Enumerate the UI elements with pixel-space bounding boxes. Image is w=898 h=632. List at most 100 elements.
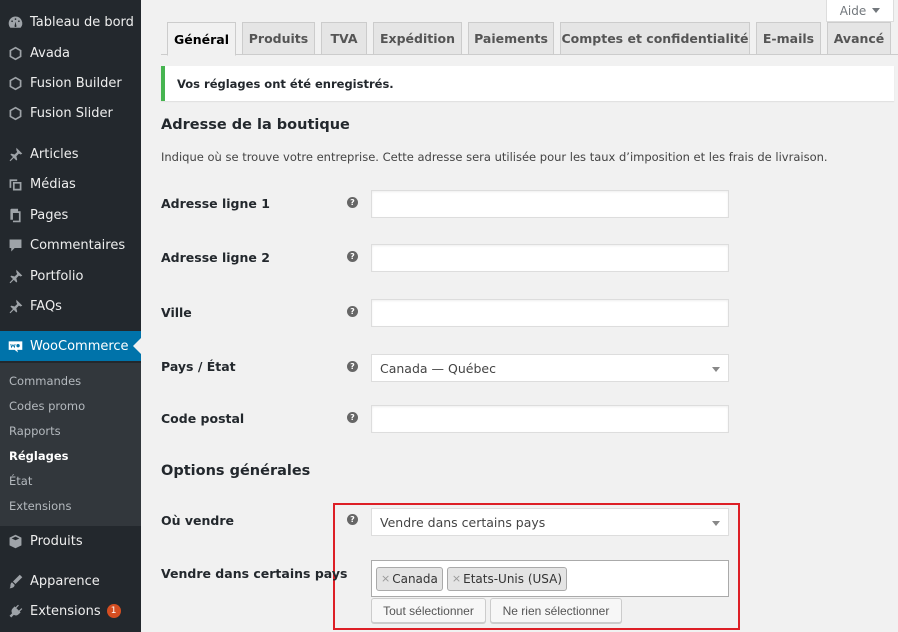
menu-item-medias[interactable]: Médias	[0, 169, 141, 199]
tab-paiements[interactable]: Paiements	[468, 22, 554, 55]
help-tooltip-icon[interactable]: ?	[347, 412, 358, 423]
address2-input[interactable]	[371, 244, 729, 272]
menu-item-woocommerce[interactable]: WooCommerce	[0, 331, 141, 361]
dashboard-icon	[0, 14, 30, 31]
admin-sidebar: Tableau de bord Avada Fusion Builder Fus…	[0, 0, 141, 632]
menu-item-extensions[interactable]: Extensions 1	[0, 596, 141, 626]
menu-label: Extensions	[30, 603, 101, 619]
address1-label: Adresse ligne 1	[161, 196, 270, 211]
menu-label: Articles	[30, 146, 79, 162]
woocommerce-submenu: Commandes Codes promo Rapports Réglages …	[0, 363, 141, 526]
country-select[interactable]: Canada — Québec	[371, 354, 729, 382]
menu-item-commentaires[interactable]: Commentaires	[0, 230, 141, 260]
menu-label: FAQs	[30, 298, 62, 314]
chip-label: Etats-Unis (USA)	[463, 571, 563, 586]
menu-label: Portfolio	[30, 268, 84, 284]
submenu-etat[interactable]: État	[9, 474, 32, 488]
menu-label: Avada	[30, 45, 71, 61]
success-notice: Vos réglages ont été enregistrés.	[161, 66, 894, 101]
menu-label: Fusion Slider	[30, 105, 113, 121]
remove-chip-icon[interactable]: ×	[452, 572, 461, 585]
update-count-badge: 1	[106, 604, 121, 618]
menu-item-produits[interactable]: Produits	[0, 526, 141, 556]
menu-item-pages[interactable]: Pages	[0, 200, 141, 230]
dropdown-arrow-icon	[712, 367, 720, 372]
general-options-title: Options générales	[161, 463, 311, 479]
menu-label: Apparence	[30, 573, 100, 589]
settings-main: Aide Général Produits TVA Expédition Pai…	[141, 0, 898, 632]
selling-location-value: Vendre dans certains pays	[380, 514, 546, 530]
menu-item-avada[interactable]: Avada	[0, 38, 141, 68]
menu-label: Tableau de bord	[30, 14, 134, 30]
chevron-down-icon	[872, 8, 881, 13]
menu-item-portfolio[interactable]: Portfolio	[0, 261, 141, 291]
select-all-button[interactable]: Tout sélectionner	[371, 598, 486, 623]
help-tooltip-icon[interactable]: ?	[347, 306, 358, 317]
pushpin-icon	[0, 146, 30, 163]
selling-location-select[interactable]: Vendre dans certains pays	[371, 508, 729, 536]
postcode-input[interactable]	[371, 405, 729, 433]
specific-countries-label: Vendre dans certains pays	[161, 566, 348, 581]
country-label: Pays / État	[161, 359, 236, 374]
help-tab-label: Aide	[839, 3, 867, 18]
dropdown-arrow-icon	[712, 521, 720, 526]
tab-expedition[interactable]: Expédition	[373, 22, 462, 55]
address2-label: Adresse ligne 2	[161, 250, 270, 265]
select-none-button[interactable]: Ne rien sélectionner	[490, 598, 622, 623]
tab-comptes-confidentialite[interactable]: Comptes et confidentialité	[560, 22, 750, 55]
menu-label: Médias	[30, 176, 76, 192]
tab-produits[interactable]: Produits	[242, 22, 315, 55]
tab-avance[interactable]: Avancé	[827, 22, 891, 55]
postcode-label: Code postal	[161, 411, 245, 426]
menu-item-apparence[interactable]: Apparence	[0, 566, 141, 596]
tab-emails[interactable]: E-mails	[756, 22, 821, 55]
address1-input[interactable]	[371, 190, 729, 218]
settings-tabs: Général Produits TVA Expédition Paiement…	[161, 22, 898, 56]
menu-label: Commentaires	[30, 237, 126, 253]
remove-chip-icon[interactable]: ×	[381, 572, 390, 585]
box-icon	[0, 533, 30, 550]
help-tooltip-icon[interactable]: ?	[347, 251, 358, 262]
menu-label: Fusion Builder	[30, 75, 122, 91]
store-address-title: Adresse de la boutique	[161, 117, 350, 133]
specific-countries-multiselect[interactable]: × Canada × Etats-Unis (USA)	[371, 560, 729, 597]
woocommerce-icon	[0, 338, 30, 355]
avada-icon	[0, 45, 30, 62]
menu-item-articles[interactable]: Articles	[0, 139, 141, 169]
help-tab-button[interactable]: Aide	[826, 0, 894, 22]
submenu-extensions[interactable]: Extensions	[9, 499, 71, 513]
media-icon	[0, 176, 30, 193]
submenu-codes-promo[interactable]: Codes promo	[9, 399, 85, 413]
pages-icon	[0, 207, 30, 224]
plugin-icon	[0, 603, 30, 620]
help-tooltip-icon[interactable]: ?	[347, 361, 358, 372]
submenu-commandes[interactable]: Commandes	[9, 374, 81, 388]
fusion-builder-icon	[0, 75, 30, 92]
submenu-reglages[interactable]: Réglages	[9, 449, 68, 463]
tab-general[interactable]: Général	[167, 22, 236, 56]
fusion-slider-icon	[0, 105, 30, 122]
menu-label: Produits	[30, 533, 83, 549]
menu-item-fusion-builder[interactable]: Fusion Builder	[0, 68, 141, 98]
store-address-description: Indique où se trouve votre entreprise. C…	[161, 150, 828, 164]
pushpin-icon	[0, 298, 30, 315]
country-chip-canada: × Canada	[376, 566, 443, 591]
submenu-rapports[interactable]: Rapports	[9, 424, 61, 438]
help-tooltip-icon[interactable]: ?	[347, 514, 358, 525]
pushpin-icon	[0, 268, 30, 285]
menu-label: Pages	[30, 207, 69, 223]
tab-tva[interactable]: TVA	[321, 22, 367, 55]
city-input[interactable]	[371, 299, 729, 327]
comment-icon	[0, 237, 30, 254]
menu-item-faqs[interactable]: FAQs	[0, 291, 141, 321]
menu-label: WooCommerce	[30, 338, 129, 354]
chip-label: Canada	[392, 571, 438, 586]
country-chip-usa: × Etats-Unis (USA)	[446, 566, 568, 591]
menu-item-fusion-slider[interactable]: Fusion Slider	[0, 98, 141, 128]
brush-icon	[0, 573, 30, 590]
selling-location-label: Où vendre	[161, 513, 234, 528]
help-tooltip-icon[interactable]: ?	[347, 197, 358, 208]
menu-item-dashboard[interactable]: Tableau de bord	[0, 7, 141, 37]
city-label: Ville	[161, 305, 192, 320]
country-select-value: Canada — Québec	[380, 360, 496, 376]
